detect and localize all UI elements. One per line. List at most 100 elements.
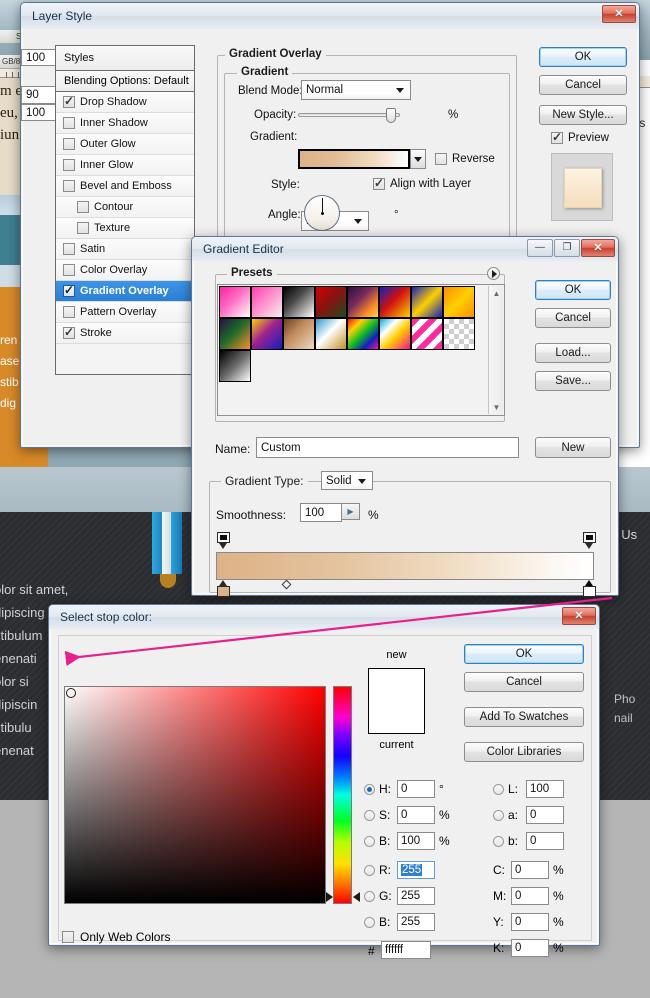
effect-row-gradient-overlay[interactable]: Gradient Overlay bbox=[56, 281, 194, 302]
only-web-colors-checkbox[interactable] bbox=[62, 931, 74, 943]
layer-style-ok-button[interactable]: OK bbox=[539, 47, 627, 67]
styles-list-header[interactable]: Styles bbox=[56, 46, 194, 71]
effect-checkbox[interactable] bbox=[63, 285, 75, 297]
gradient-dropdown-button[interactable] bbox=[410, 149, 426, 169]
gradient-preset-swatch[interactable] bbox=[443, 318, 475, 350]
saturation-brightness-field[interactable] bbox=[64, 686, 326, 904]
color-libraries-button[interactable]: Color Libraries bbox=[464, 742, 584, 762]
effect-row-drop-shadow[interactable]: Drop Shadow bbox=[56, 92, 194, 113]
layer-style-titlebar[interactable]: Layer Style ✕ bbox=[21, 3, 639, 29]
align-with-layer-checkbox[interactable] bbox=[373, 178, 385, 190]
presets-swatch-grid[interactable]: ▲ ▼ bbox=[217, 284, 505, 416]
scroll-up-icon[interactable]: ▲ bbox=[489, 286, 504, 300]
effect-row-contour[interactable]: Contour bbox=[56, 197, 194, 218]
gradient-preset-swatch[interactable] bbox=[219, 286, 251, 318]
effect-row-outer-glow[interactable]: Outer Glow bbox=[56, 134, 194, 155]
effect-checkbox[interactable] bbox=[77, 222, 89, 234]
gradient-preset-swatch[interactable] bbox=[251, 286, 283, 318]
effect-row-inner-shadow[interactable]: Inner Shadow bbox=[56, 113, 194, 134]
hue-slider-marker-right[interactable] bbox=[353, 892, 360, 902]
color-picker-titlebar[interactable]: Select stop color: ✕ bbox=[49, 605, 599, 629]
effect-checkbox[interactable] bbox=[63, 243, 75, 255]
effect-row-inner-glow[interactable]: Inner Glow bbox=[56, 155, 194, 176]
color-field-input[interactable]: 0 bbox=[511, 939, 549, 957]
color-mode-radio[interactable] bbox=[364, 836, 375, 847]
color-field-input[interactable]: 0 bbox=[397, 806, 435, 824]
gradient-editor-cancel-button[interactable]: Cancel bbox=[535, 308, 611, 328]
color-field-input[interactable]: 0 bbox=[511, 861, 549, 879]
opacity-stop-left[interactable] bbox=[217, 532, 230, 549]
effect-checkbox[interactable] bbox=[63, 117, 75, 129]
effect-checkbox[interactable] bbox=[77, 201, 89, 213]
effect-row-texture[interactable]: Texture bbox=[56, 218, 194, 239]
angle-dial[interactable] bbox=[304, 195, 340, 231]
gradient-preset-swatch[interactable] bbox=[443, 286, 475, 318]
opacity-slider-track[interactable] bbox=[298, 113, 400, 117]
effects-list[interactable]: Styles Blending Options: Default Drop Sh… bbox=[55, 45, 195, 375]
color-field-input[interactable]: 0 bbox=[511, 913, 549, 931]
gradient-preset-swatch[interactable] bbox=[251, 318, 283, 350]
scale-input[interactable]: 100 bbox=[21, 104, 57, 121]
color-stop-left[interactable] bbox=[217, 580, 230, 597]
gradient-name-input[interactable]: Custom bbox=[256, 437, 519, 458]
close-icon[interactable]: ✕ bbox=[602, 5, 636, 23]
color-mode-radio[interactable] bbox=[364, 917, 375, 928]
color-mode-radio[interactable] bbox=[364, 784, 375, 795]
gradient-preset-swatch[interactable] bbox=[219, 350, 251, 382]
gradient-load-button[interactable]: Load... bbox=[535, 343, 611, 363]
gradient-type-select[interactable]: Solid bbox=[321, 471, 373, 490]
effect-row-satin[interactable]: Satin bbox=[56, 239, 194, 260]
effect-checkbox[interactable] bbox=[63, 159, 75, 171]
color-picker-cancel-button[interactable]: Cancel bbox=[464, 672, 584, 692]
gradient-preset-swatch[interactable] bbox=[379, 318, 411, 350]
effect-row-pattern-overlay[interactable]: Pattern Overlay bbox=[56, 302, 194, 323]
color-field-input[interactable]: 255 bbox=[397, 887, 435, 905]
color-field-input[interactable]: 100 bbox=[526, 780, 564, 798]
smoothness-stepper[interactable]: ▶ bbox=[342, 503, 360, 520]
color-picker-ok-button[interactable]: OK bbox=[464, 644, 584, 664]
gradient-editor-ok-button[interactable]: OK bbox=[535, 280, 611, 300]
color-field-input[interactable]: 100 bbox=[397, 832, 435, 850]
gradient-preset-swatch[interactable] bbox=[283, 318, 315, 350]
effect-row-color-overlay[interactable]: Color Overlay bbox=[56, 260, 194, 281]
color-field-input[interactable]: 0 bbox=[511, 887, 549, 905]
new-style-button[interactable]: New Style... bbox=[539, 105, 627, 125]
effect-checkbox[interactable] bbox=[63, 264, 75, 276]
color-field-input[interactable]: 0 bbox=[397, 780, 435, 798]
gradient-ramp[interactable] bbox=[216, 552, 594, 580]
effect-checkbox[interactable] bbox=[63, 327, 75, 339]
color-field-input[interactable]: 0 bbox=[526, 806, 564, 824]
gradient-new-button[interactable]: New bbox=[535, 437, 611, 458]
blend-mode-select[interactable]: Normal bbox=[301, 80, 411, 100]
color-field-input[interactable]: 255 bbox=[397, 861, 435, 879]
add-to-swatches-button[interactable]: Add To Swatches bbox=[464, 707, 584, 727]
presets-scrollbar[interactable]: ▲ ▼ bbox=[488, 286, 503, 414]
effect-row-bevel-and-emboss[interactable]: Bevel and Emboss bbox=[56, 176, 194, 197]
color-mode-radio[interactable] bbox=[364, 865, 375, 876]
opacity-slider-thumb[interactable] bbox=[386, 108, 396, 123]
color-mode-radio[interactable] bbox=[493, 810, 504, 821]
gradient-preset-swatch[interactable] bbox=[347, 286, 379, 318]
color-mode-radio[interactable] bbox=[364, 891, 375, 902]
opacity-stop-right[interactable] bbox=[583, 532, 596, 549]
effect-checkbox[interactable] bbox=[63, 306, 75, 318]
scroll-down-icon[interactable]: ▼ bbox=[489, 400, 504, 414]
gradient-preset-swatch[interactable] bbox=[411, 318, 443, 350]
color-mode-radio[interactable] bbox=[493, 784, 504, 795]
presets-menu-icon[interactable] bbox=[487, 267, 500, 280]
gradient-preset-swatch[interactable] bbox=[411, 286, 443, 318]
effect-checkbox[interactable] bbox=[63, 180, 75, 192]
hex-input[interactable]: ffffff bbox=[381, 941, 431, 959]
gradient-save-button[interactable]: Save... bbox=[535, 371, 611, 391]
hue-slider[interactable] bbox=[333, 686, 352, 904]
color-mode-radio[interactable] bbox=[364, 810, 375, 821]
effect-checkbox[interactable] bbox=[63, 96, 75, 108]
effect-row-stroke[interactable]: Stroke bbox=[56, 323, 194, 344]
gradient-preset-swatch[interactable] bbox=[347, 318, 379, 350]
reverse-checkbox[interactable] bbox=[435, 153, 447, 165]
layer-style-cancel-button[interactable]: Cancel bbox=[539, 75, 627, 95]
opacity-input[interactable]: 100 bbox=[21, 49, 57, 66]
effect-checkbox[interactable] bbox=[63, 138, 75, 150]
preview-checkbox[interactable] bbox=[551, 132, 563, 144]
color-field-input[interactable]: 255 bbox=[397, 913, 435, 931]
